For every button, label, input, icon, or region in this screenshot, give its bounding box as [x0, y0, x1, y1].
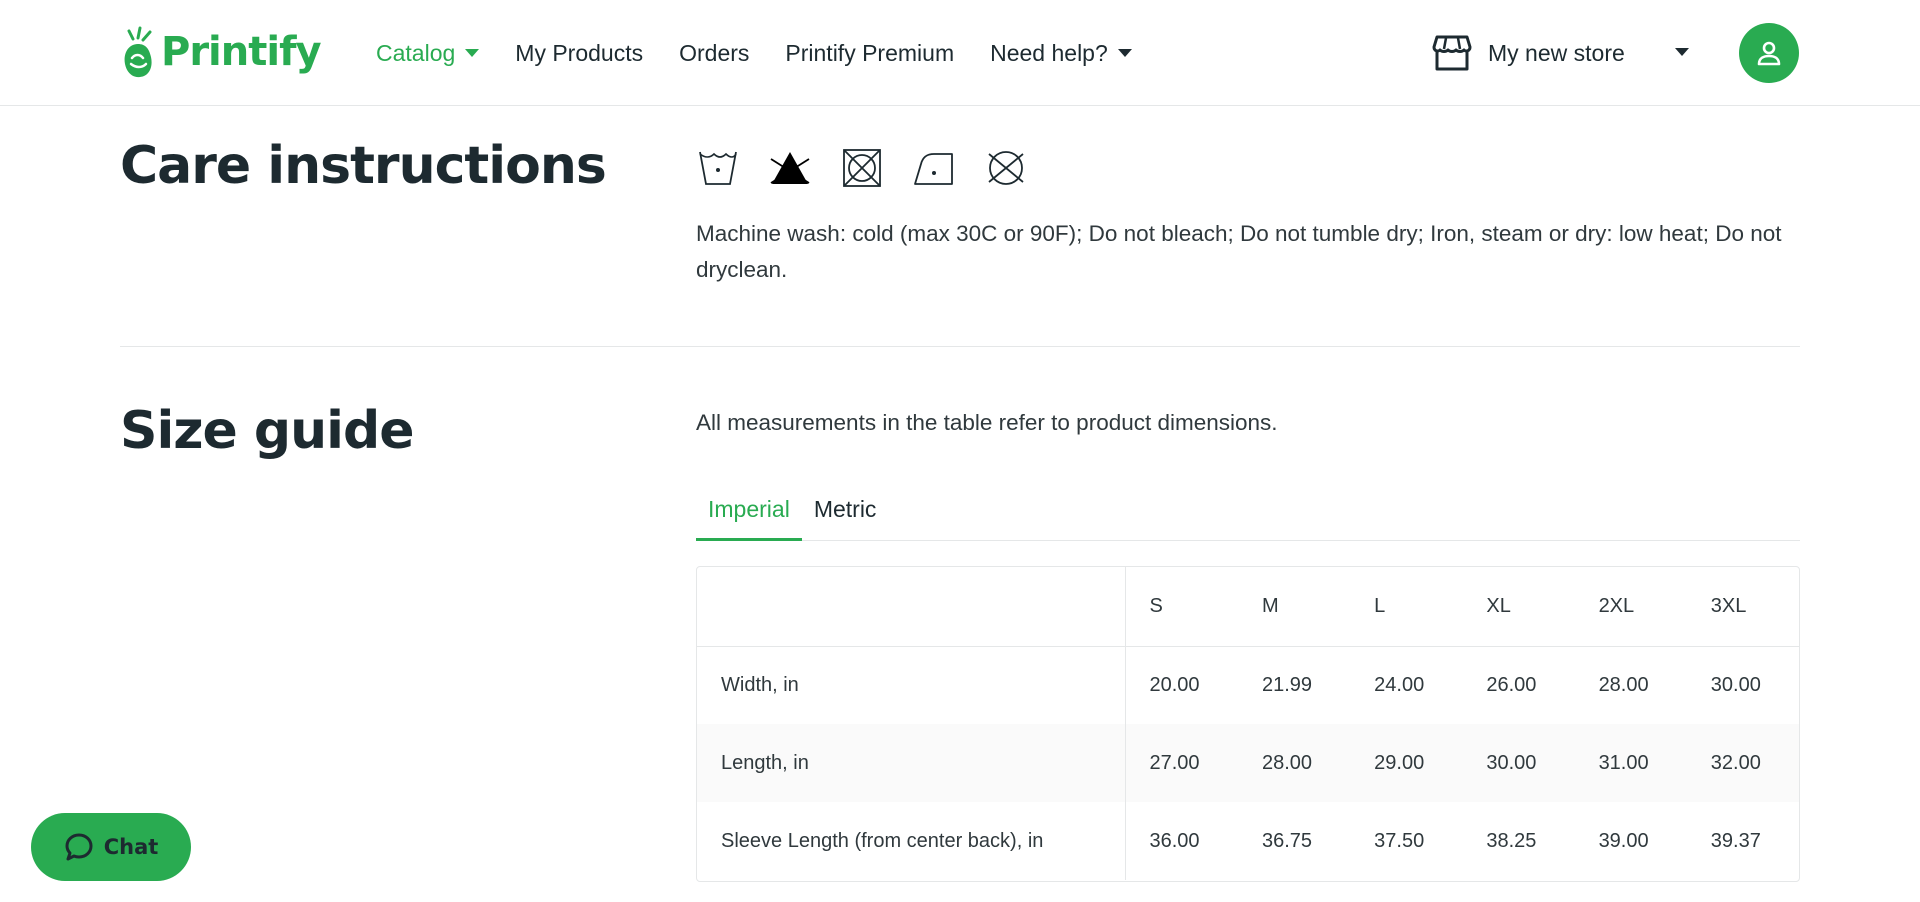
nav-printify-premium[interactable]: Printify Premium [785, 40, 954, 67]
table-cell: 31.00 [1574, 724, 1687, 802]
column-header-s: S [1125, 567, 1238, 647]
table-cell: 28.00 [1237, 724, 1351, 802]
column-header-measurement [697, 567, 1126, 647]
section-divider [120, 346, 1800, 347]
row-label: Width, in [697, 646, 1126, 724]
storefront-icon [1432, 35, 1472, 71]
store-selector[interactable]: My new store [1432, 31, 1625, 75]
unit-tabs: Imperial Metric [696, 490, 1800, 541]
table-cell: 32.00 [1686, 724, 1799, 802]
column-header-xl: XL [1462, 567, 1575, 647]
user-icon [1757, 41, 1781, 66]
size-table: S M L XL 2XL 3XL Width, in 20.00 21.99 2… [696, 566, 1800, 882]
store-name: My new store [1488, 39, 1625, 66]
care-instructions-text: Machine wash: cold (max 30C or 90F); Do … [696, 221, 1782, 282]
nav-need-help-label: Need help? [990, 39, 1108, 66]
nav-orders-label: Orders [679, 39, 750, 66]
column-header-3xl: 3XL [1686, 567, 1799, 647]
table-cell: 36.75 [1261, 829, 1313, 852]
table-cell: 37.50 [1374, 829, 1425, 852]
main-nav: Catalog My Products Orders Printify Prem… [376, 36, 1168, 70]
table-cell: 29.00 [1350, 724, 1463, 802]
table-cell: 36.00 [1149, 829, 1200, 852]
chevron-down-icon [1117, 49, 1132, 57]
care-instructions-title: Care instructions [120, 136, 607, 196]
table-row: Width, in 20.00 21.99 24.00 26.00 28.00 … [697, 646, 1799, 724]
table-header-row: S M L XL 2XL 3XL [697, 567, 1799, 647]
machine-wash-cold-icon [699, 151, 737, 185]
iron-low-heat-icon [914, 153, 953, 185]
table-cell: 28.00 [1598, 673, 1649, 696]
nav-my-products[interactable]: My Products [515, 40, 643, 67]
tab-metric[interactable]: Metric [802, 490, 889, 541]
nav-catalog[interactable]: Catalog [376, 39, 480, 67]
user-avatar-button[interactable] [1739, 23, 1799, 83]
table-cell: 20.00 [1149, 673, 1200, 696]
column-header-2xl: 2XL [1574, 567, 1687, 647]
size-guide-title: Size guide [120, 401, 414, 461]
nav-printify-premium-label: Printify Premium [785, 39, 955, 66]
table-cell: 26.00 [1486, 673, 1537, 696]
chat-bubble-icon [65, 833, 93, 861]
do-not-tumble-dry-icon [843, 149, 881, 187]
nav-catalog-label: Catalog [376, 39, 456, 66]
table-row: Sleeve Length (from center back), in 36.… [697, 802, 1799, 880]
nav-my-products-label: My Products [515, 39, 644, 66]
table-cell: 21.99 [1261, 673, 1313, 696]
logo-text: Printify [161, 29, 322, 75]
chat-button[interactable]: Chat [31, 813, 191, 881]
row-label: Sleeve Length (from center back), in [697, 802, 1126, 880]
table-cell: 39.00 [1598, 829, 1649, 852]
top-header: Printify Catalog My Products Orders Prin… [0, 0, 1920, 106]
do-not-dryclean-icon [988, 151, 1024, 185]
table-cell: 27.00 [1125, 724, 1238, 802]
chat-label: Chat [103, 835, 159, 859]
printify-logo[interactable]: Printify [120, 24, 322, 80]
do-not-bleach-icon [770, 152, 810, 184]
column-header-l: L [1350, 567, 1463, 647]
care-icons [696, 146, 1056, 190]
table-cell: 30.00 [1462, 724, 1575, 802]
row-label: Length, in [697, 724, 1126, 802]
table-cell: 38.25 [1486, 829, 1537, 852]
table-row: Length, in 27.00 28.00 29.00 30.00 31.00… [697, 724, 1799, 802]
table-cell: 39.37 [1710, 829, 1761, 852]
tab-imperial[interactable]: Imperial [696, 490, 802, 541]
table-cell: 24.00 [1374, 673, 1425, 696]
column-header-m: M [1237, 567, 1351, 647]
size-guide-note: All measurements in the table refer to p… [696, 410, 1278, 435]
nav-orders[interactable]: Orders [679, 40, 749, 67]
store-dropdown-chevron-icon[interactable] [1675, 48, 1689, 56]
table-cell: 30.00 [1710, 673, 1761, 696]
printify-logo-icon [124, 26, 152, 78]
nav-need-help[interactable]: Need help? [990, 40, 1132, 67]
chevron-down-icon [465, 49, 480, 57]
